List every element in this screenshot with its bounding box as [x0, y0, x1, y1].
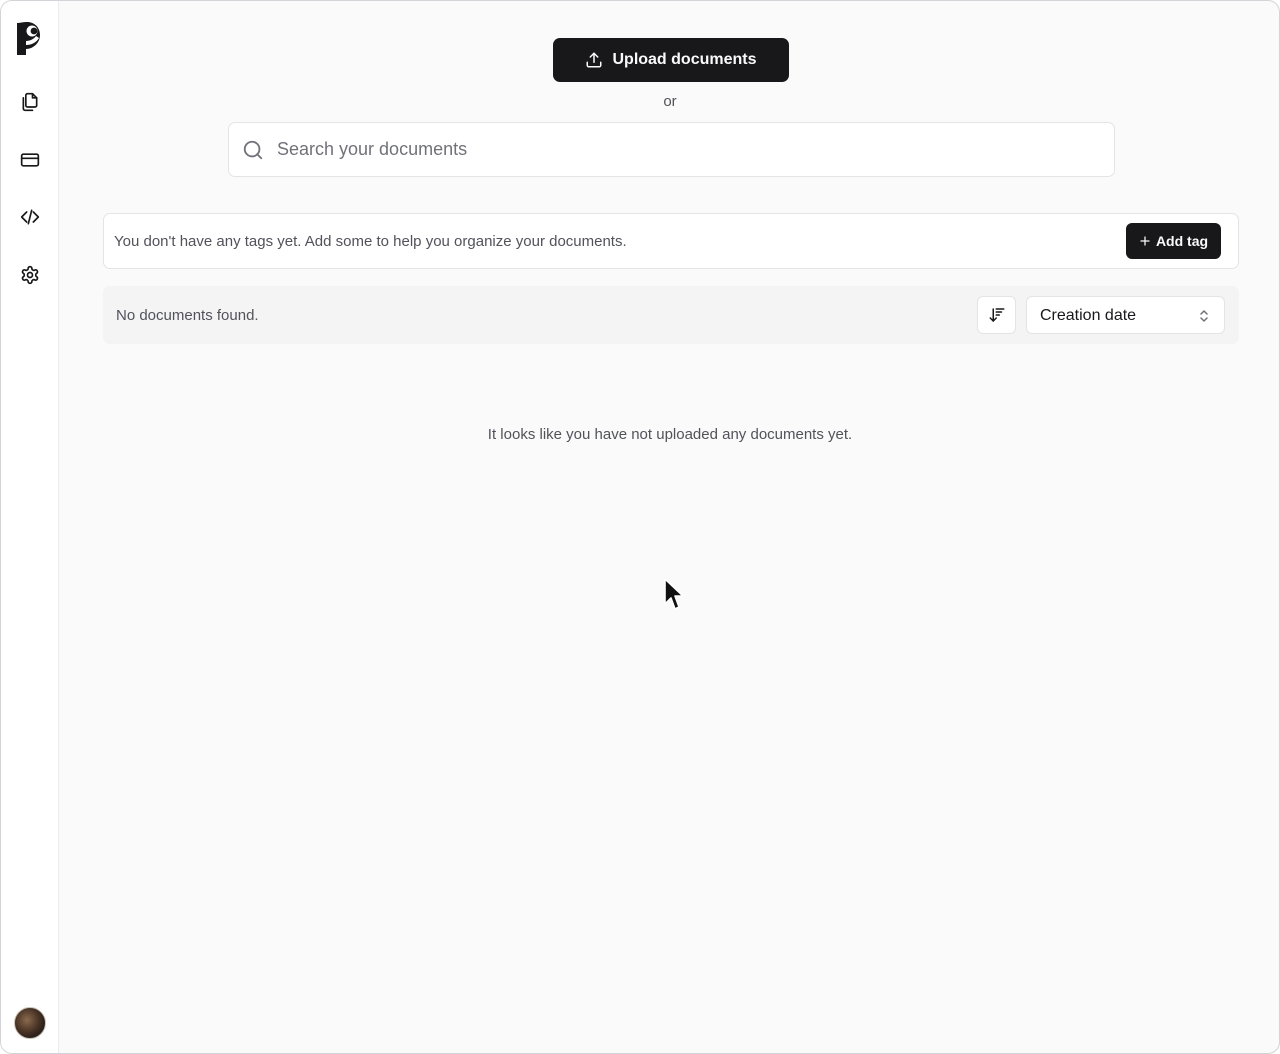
sidebar-item-billing[interactable] [10, 140, 50, 180]
mouse-cursor-icon [664, 578, 684, 610]
sidebar [1, 1, 59, 1053]
search-icon [243, 140, 263, 160]
documents-status: No documents found. [116, 307, 259, 324]
sort-direction-button[interactable] [977, 296, 1016, 334]
files-icon [22, 92, 38, 112]
search-input[interactable] [277, 123, 1097, 176]
code-icon [20, 209, 40, 225]
upload-button-label: Upload documents [612, 51, 757, 68]
add-tag-label: Add tag [1155, 233, 1209, 249]
add-tag-button[interactable]: Add tag [1126, 223, 1221, 259]
app-logo[interactable] [13, 17, 45, 57]
plus-icon [1140, 236, 1150, 246]
logo-icon [17, 22, 40, 55]
documents-toolbar: No documents found. Creation date [103, 286, 1239, 344]
sidebar-item-api[interactable] [10, 197, 50, 237]
upload-documents-button[interactable]: Upload documents [553, 38, 789, 82]
chevrons-up-down-icon [1200, 310, 1208, 322]
credit-card-icon [20, 153, 40, 167]
empty-state-message: It looks like you have not uploaded any … [487, 426, 853, 443]
user-avatar[interactable] [14, 1007, 46, 1039]
or-separator: or [663, 93, 677, 110]
sort-descending-icon [989, 308, 1004, 322]
app-window: Upload documents or You don't have any t… [0, 0, 1280, 1054]
no-tags-message: You don't have any tags yet. Add some to… [114, 233, 627, 250]
sort-field-value: Creation date [1040, 307, 1137, 324]
gear-icon [21, 265, 39, 285]
search-box [228, 122, 1115, 177]
main-content: Upload documents or You don't have any t… [59, 1, 1279, 1053]
sidebar-item-settings[interactable] [10, 255, 50, 295]
tags-panel: You don't have any tags yet. Add some to… [103, 213, 1239, 269]
sort-field-select[interactable]: Creation date [1026, 296, 1225, 334]
sidebar-item-documents[interactable] [10, 82, 50, 122]
upload-icon [586, 52, 602, 68]
